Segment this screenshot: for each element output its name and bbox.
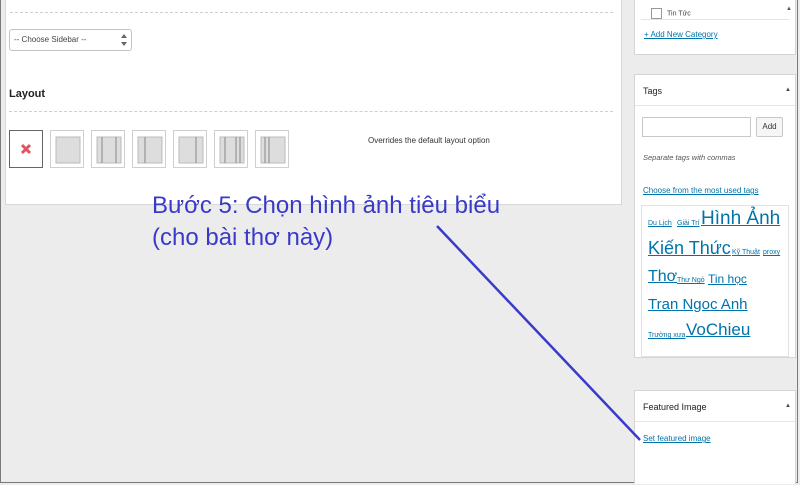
annotation-arrow — [436, 225, 641, 441]
